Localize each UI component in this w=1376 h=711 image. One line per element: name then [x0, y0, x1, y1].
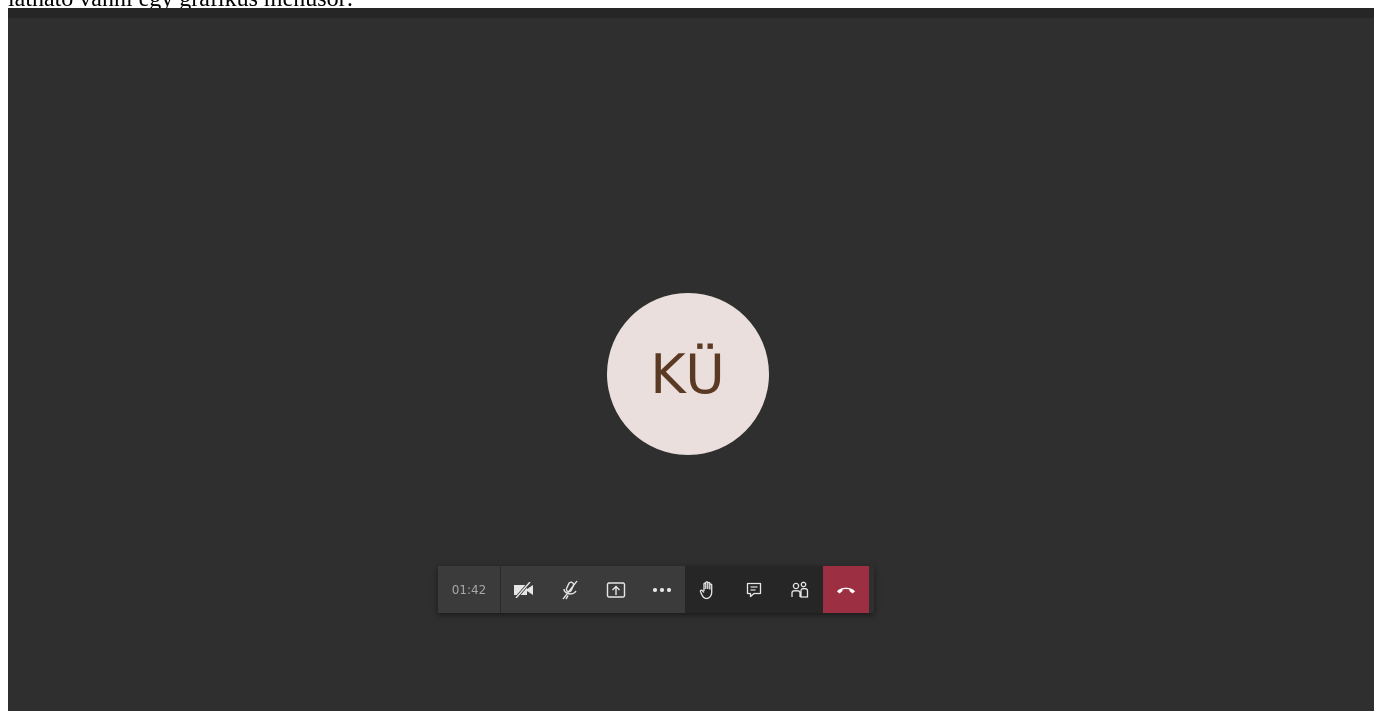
participant-avatar: KÜ: [607, 293, 769, 455]
hand-icon: [699, 580, 717, 600]
video-off-icon: [513, 581, 535, 598]
toolbar-group-secondary: [685, 566, 823, 613]
more-actions-button[interactable]: [639, 566, 685, 613]
more-icon: [652, 587, 672, 593]
toolbar-group-primary: [501, 566, 685, 613]
avatar-initials: KÜ: [650, 343, 726, 406]
mic-toggle-button[interactable]: [547, 566, 593, 613]
meeting-stage: KÜ 01:42: [8, 8, 1374, 711]
people-icon: [790, 581, 810, 599]
chat-icon: [745, 581, 763, 599]
call-controls-toolbar: 01:42: [438, 566, 874, 613]
top-strip: [8, 8, 1374, 18]
mic-off-icon: [560, 580, 580, 600]
share-screen-button[interactable]: [593, 566, 639, 613]
chat-button[interactable]: [731, 566, 777, 613]
share-screen-icon: [606, 581, 626, 599]
page: látható vanni egy grafikus menüsor: KÜ 0…: [0, 0, 1376, 711]
camera-toggle-button[interactable]: [501, 566, 547, 613]
hang-up-button[interactable]: [823, 566, 869, 613]
phone-hangup-icon: [836, 580, 856, 599]
participants-button[interactable]: [777, 566, 823, 613]
raise-hand-button[interactable]: [685, 566, 731, 613]
call-timer: 01:42: [438, 566, 501, 613]
